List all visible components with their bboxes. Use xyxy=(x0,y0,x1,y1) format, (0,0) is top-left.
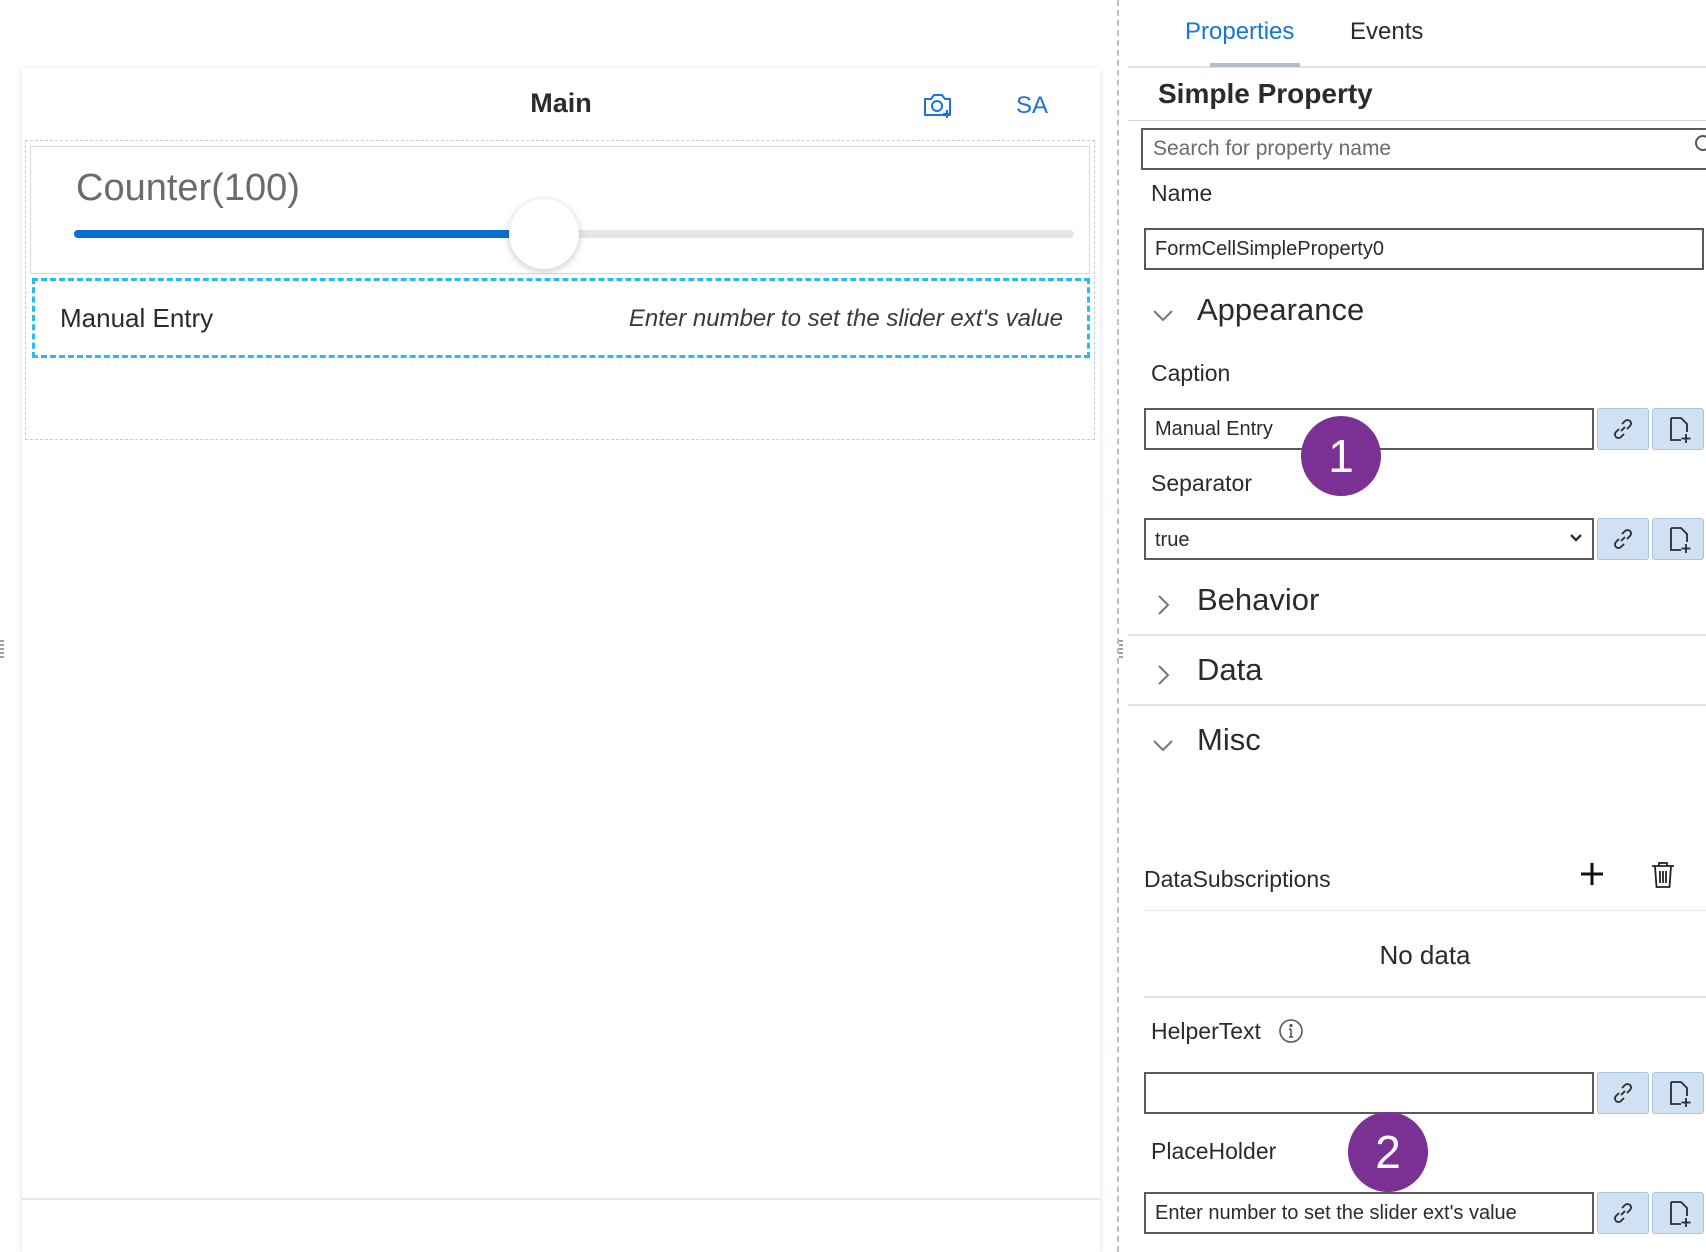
appearance-group-title: Appearance xyxy=(1197,292,1365,327)
caption-bind-button[interactable] xyxy=(1597,408,1649,450)
sa-button[interactable]: SA xyxy=(1016,92,1048,120)
chevron-down-icon xyxy=(1152,734,1174,756)
slider-thumb[interactable] xyxy=(509,199,579,269)
placeholder-create-rule-button[interactable] xyxy=(1652,1192,1704,1234)
section-title: Simple Property xyxy=(1158,78,1373,109)
link-icon xyxy=(1614,1083,1632,1103)
slider-fill xyxy=(74,230,544,238)
placeholder-field[interactable] xyxy=(1144,1192,1594,1234)
new-file-icon xyxy=(1670,527,1691,553)
property-search-input[interactable] xyxy=(1141,128,1706,170)
splitter-grip[interactable] xyxy=(1119,640,1123,658)
placeholder-bind-button[interactable] xyxy=(1597,1192,1649,1234)
helper-text-label: HelperText xyxy=(1151,1018,1261,1044)
divider xyxy=(1128,120,1706,121)
caption-label: Caption xyxy=(1151,360,1231,386)
callout-badge-1: 1 xyxy=(1301,416,1381,496)
no-data-text: No data xyxy=(1379,940,1471,970)
divider xyxy=(1144,910,1706,911)
divider xyxy=(1128,634,1706,636)
search-icon[interactable] xyxy=(1694,134,1706,154)
separator-select[interactable]: true xyxy=(1144,518,1594,560)
tab-events[interactable]: Events xyxy=(1350,18,1423,46)
new-file-icon xyxy=(1670,1081,1691,1107)
separator-value: true xyxy=(1155,529,1190,551)
manual-entry-cell[interactable]: Manual Entry Enter number to set the sli… xyxy=(32,278,1090,358)
helper-text-field[interactable] xyxy=(1144,1072,1594,1114)
trash-icon[interactable] xyxy=(1650,860,1676,890)
separator-label: Separator xyxy=(1151,470,1253,496)
helper-text-bind-button[interactable] xyxy=(1597,1072,1649,1114)
tab-properties[interactable]: Properties xyxy=(1185,18,1294,46)
panel-tabs: Properties Events xyxy=(1128,0,1706,68)
divider xyxy=(1144,996,1706,998)
entry-caption: Manual Entry xyxy=(60,303,214,333)
new-file-icon xyxy=(1670,417,1691,443)
slider-track[interactable] xyxy=(74,199,1074,269)
name-label: Name xyxy=(1151,180,1213,206)
misc-group-header[interactable]: Misc xyxy=(1128,714,1706,774)
appearance-group-header[interactable]: Appearance xyxy=(1128,284,1706,344)
caption-create-rule-button[interactable] xyxy=(1652,408,1704,450)
separator-bind-button[interactable] xyxy=(1597,518,1649,560)
data-subscriptions-label: DataSubscriptions xyxy=(1144,866,1331,892)
callout-badge-2: 2 xyxy=(1348,1112,1428,1192)
properties-panel: Properties Events Simple Property Name A… xyxy=(1128,0,1706,1252)
panel-splitter[interactable] xyxy=(1117,0,1119,1252)
add-icon[interactable] xyxy=(1578,860,1606,888)
entry-placeholder[interactable]: Enter number to set the slider ext's val… xyxy=(629,305,1063,333)
separator-create-rule-button[interactable] xyxy=(1652,518,1704,560)
link-icon xyxy=(1614,529,1632,549)
chevron-down-icon xyxy=(1152,304,1174,326)
data-group-title: Data xyxy=(1197,652,1263,687)
divider xyxy=(1128,704,1706,706)
behavior-group-header[interactable]: Behavior xyxy=(1128,574,1706,634)
slider-cell[interactable]: Counter(100) xyxy=(30,146,1090,274)
active-tab-indicator xyxy=(1210,63,1300,67)
design-canvas: Main SA Counter(100) Manual Entry Enter … xyxy=(0,0,1110,1252)
page-preview: Main SA Counter(100) Manual Entry Enter … xyxy=(22,68,1100,1252)
info-icon[interactable] xyxy=(1278,1018,1304,1044)
slider-caption: Counter(100) xyxy=(76,167,300,209)
new-file-icon xyxy=(1670,1201,1691,1227)
preview-bottom-divider xyxy=(22,1198,1100,1200)
name-field[interactable] xyxy=(1144,228,1704,270)
data-group-header[interactable]: Data xyxy=(1128,644,1706,704)
left-resize-handle[interactable] xyxy=(0,640,4,658)
behavior-group-title: Behavior xyxy=(1197,582,1320,617)
preview-header: Main SA xyxy=(22,68,1100,138)
chevron-down-icon xyxy=(1568,529,1584,545)
helper-text-create-rule-button[interactable] xyxy=(1652,1072,1704,1114)
link-icon xyxy=(1614,419,1632,439)
chevron-right-icon xyxy=(1152,664,1174,686)
chevron-right-icon xyxy=(1152,594,1174,616)
placeholder-label: PlaceHolder xyxy=(1151,1138,1277,1164)
link-icon xyxy=(1614,1203,1632,1223)
misc-group-title: Misc xyxy=(1197,722,1261,757)
camera-plus-icon[interactable] xyxy=(922,90,954,120)
